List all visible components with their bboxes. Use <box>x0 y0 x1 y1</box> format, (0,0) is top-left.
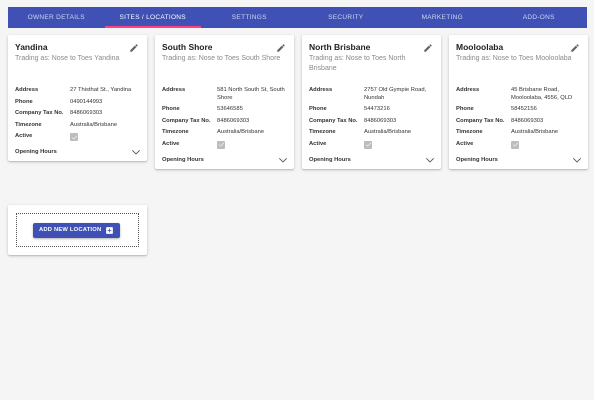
timezone-value: Australia/Brisbane <box>511 129 559 135</box>
location-card-mooloolaba: Mooloolaba Trading as: Nose to Toes Mool… <box>449 35 588 169</box>
timezone-label: Timezone <box>162 129 189 135</box>
chevron-down-icon <box>573 157 581 163</box>
chevron-down-icon <box>279 157 287 163</box>
location-name: Yandina <box>15 42 48 52</box>
add-location-dropzone: ADD NEW LOCATION <box>16 213 139 247</box>
address-label: Address <box>162 87 186 93</box>
timezone-value: Australia/Brisbane <box>217 129 265 135</box>
timezone-label: Timezone <box>309 129 336 135</box>
address-label: Address <box>309 87 333 93</box>
phone-value: 53646585 <box>217 106 243 112</box>
trading-name: Trading as: Nose to Toes Mooloolaba <box>456 55 572 62</box>
check-icon <box>365 142 371 147</box>
edit-icon[interactable] <box>423 43 433 53</box>
timezone-value: Australia/Brisbane <box>70 121 118 128</box>
tab-security[interactable]: SECURITY <box>298 7 395 28</box>
add-new-location-button[interactable]: ADD NEW LOCATION <box>33 222 121 238</box>
tax-label: Company Tax No. <box>162 117 211 124</box>
tax-value: 8486069303 <box>217 117 250 124</box>
add-box-icon <box>106 226 114 234</box>
chevron-down-icon <box>426 157 434 163</box>
active-checkbox <box>511 140 519 149</box>
phone-label: Phone <box>456 106 474 112</box>
phone-value: 58452156 <box>511 106 537 112</box>
tab-marketing[interactable]: MARKETING <box>394 7 491 28</box>
address-value: 2757 Old Gympie Road, Nundah <box>364 87 427 101</box>
opening-hours-label: Opening Hours <box>309 156 351 163</box>
trading-name: Trading as: Nose to Toes South Shore <box>162 55 281 62</box>
phone-label: Phone <box>162 106 180 112</box>
tax-label: Company Tax No. <box>15 110 64 116</box>
edit-icon[interactable] <box>129 43 139 53</box>
tax-value: 8486069303 <box>70 110 103 116</box>
phone-value: 0490144993 <box>70 98 103 105</box>
tax-value: 8486069303 <box>511 117 544 124</box>
add-new-location-label: ADD NEW LOCATION <box>39 227 102 233</box>
opening-hours-label: Opening Hours <box>456 156 498 163</box>
opening-hours-label: Opening Hours <box>162 156 204 163</box>
tab-sites-locations[interactable]: SITES / LOCATIONS <box>104 7 202 28</box>
location-card-south-shore: South Shore Trading as: Nose to Toes Sou… <box>155 35 294 169</box>
tab-settings[interactable]: SETTINGS <box>201 7 298 28</box>
address-value: 581 North South St, South Shore <box>217 87 285 101</box>
timezone-value: Australia/Brisbane <box>364 129 412 135</box>
add-location-card: ADD NEW LOCATION <box>8 205 147 255</box>
check-icon <box>218 142 224 147</box>
tax-value: 8486069303 <box>364 117 397 124</box>
trading-name: Trading as: Nose to Toes North Brisbane <box>309 55 406 72</box>
phone-value: 54473216 <box>364 106 390 112</box>
active-label: Active <box>456 140 474 147</box>
phone-label: Phone <box>309 106 327 112</box>
check-icon <box>71 135 77 140</box>
trading-name: Trading as: Nose to Toes Yandina <box>15 55 120 62</box>
opening-hours-toggle[interactable]: Opening Hours <box>456 157 581 163</box>
opening-hours-toggle[interactable]: Opening Hours <box>309 157 434 163</box>
edit-icon[interactable] <box>570 43 580 53</box>
edit-icon[interactable] <box>276 43 286 53</box>
address-label: Address <box>456 87 480 93</box>
tab-add-ons[interactable]: ADD-ONS <box>491 7 588 28</box>
active-label: Active <box>162 140 180 147</box>
address-value: 27 Thisthat St., Yandina <box>70 87 132 93</box>
location-card-yandina: Yandina Trading as: Nose to Toes Yandina… <box>8 35 147 161</box>
active-checkbox <box>70 133 78 141</box>
address-label: Address <box>15 87 39 93</box>
tax-label: Company Tax No. <box>456 117 505 124</box>
check-icon <box>512 142 518 147</box>
location-name: South Shore <box>162 42 213 52</box>
active-label: Active <box>15 133 33 139</box>
address-value: 45 Brisbane Road, Mooloolaba, 4556, QLD <box>511 87 573 101</box>
tab-owner-details[interactable]: OWNER DETAILS <box>8 7 105 28</box>
location-name: Mooloolaba <box>456 42 504 52</box>
chevron-down-icon <box>132 150 140 155</box>
location-card-north-brisbane: North Brisbane Trading as: Nose to Toes … <box>302 35 441 169</box>
active-label: Active <box>309 140 327 147</box>
tab-bar: OWNER DETAILS SITES / LOCATIONS SETTINGS… <box>8 7 587 28</box>
tax-label: Company Tax No. <box>309 117 358 124</box>
timezone-label: Timezone <box>456 129 483 135</box>
opening-hours-label: Opening Hours <box>15 149 57 155</box>
phone-label: Phone <box>15 98 33 105</box>
active-checkbox <box>364 140 372 149</box>
location-name: North Brisbane <box>309 42 371 52</box>
opening-hours-toggle[interactable]: Opening Hours <box>162 157 287 163</box>
timezone-label: Timezone <box>15 121 42 128</box>
active-checkbox <box>217 140 225 149</box>
opening-hours-toggle[interactable]: Opening Hours <box>15 149 140 155</box>
